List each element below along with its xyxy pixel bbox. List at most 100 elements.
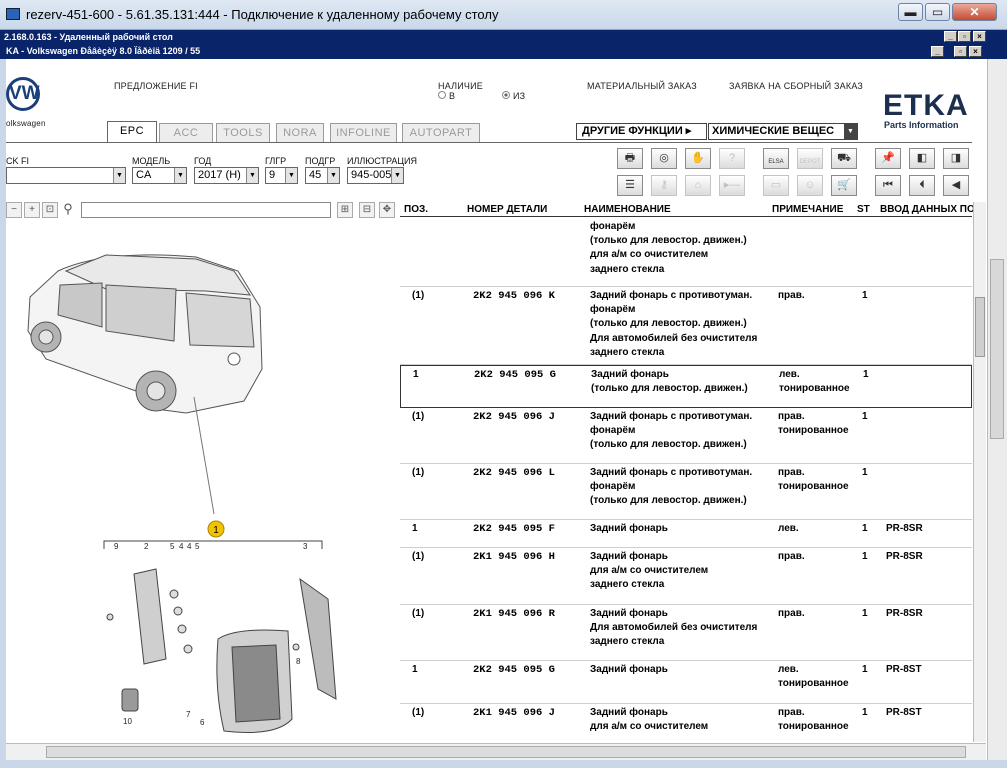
chevron-down-icon[interactable]: ▼ [327, 168, 339, 183]
search-icon[interactable]: ⚲ [60, 202, 76, 218]
rd-close-button[interactable]: × [973, 31, 986, 42]
key-icon[interactable]: ⚷ [651, 175, 677, 196]
chevron-down-icon[interactable]: ▼ [285, 168, 297, 183]
depot-icon[interactable]: DEPOT [797, 148, 823, 169]
illustration-select[interactable]: 945-005 ▼ [347, 167, 404, 184]
cell-data: PR-8SR [886, 608, 923, 619]
tab-acc[interactable]: ACC [159, 123, 213, 142]
col-note[interactable]: ПРИМЕЧАНИЕ [772, 204, 843, 215]
proposal-label[interactable]: ПРЕДЛОЖЕНИЕ FI [114, 81, 198, 91]
first-icon[interactable]: ⏮ [875, 175, 901, 196]
cart-icon[interactable]: ⛟ [831, 148, 857, 169]
cell-st: 1 [862, 551, 868, 562]
chevron-down-icon[interactable]: ▼ [174, 168, 186, 183]
etka-restore-button[interactable]: ▫ [954, 46, 967, 57]
mark-select[interactable]: ▼ [6, 167, 126, 184]
table-row[interactable]: фонарём (только для левостор. движен.) д… [400, 217, 972, 287]
chevron-down-icon[interactable]: ▼ [844, 124, 857, 139]
cell-part-number: 2K2 945 095 F [473, 523, 555, 535]
tab-nora[interactable]: NORA [276, 123, 324, 142]
radio-in-circle[interactable] [438, 91, 446, 99]
horizontal-scrollbar[interactable] [6, 743, 986, 760]
car-icon[interactable]: ⌂ [685, 175, 711, 196]
col-data[interactable]: ВВОД ДАННЫХ ПО [880, 204, 975, 215]
elsa-label: ELSA [768, 159, 784, 165]
etka-close-button[interactable]: × [969, 46, 982, 57]
prev-page-icon[interactable]: ◧ [909, 148, 935, 169]
chevron-down-icon[interactable]: ▼ [391, 168, 403, 183]
table-row[interactable]: (1) 2K1 945 096 H Задний фонарь для а/м со… [400, 548, 972, 605]
illustration-search-input[interactable] [81, 202, 331, 218]
maximize-button[interactable]: ▭ [925, 3, 950, 21]
year-select[interactable]: 2017 (H) ▼ [194, 167, 259, 184]
table-row[interactable]: 1 2K2 945 095 F Задний фонарь лев. 1 PR-8SR [400, 520, 972, 548]
close-button[interactable]: ✕ [952, 3, 997, 21]
etka-minimize-button[interactable]: _ [931, 46, 944, 57]
chemicals-dropdown[interactable]: ХИМИЧЕСКИЕ ВЕЩЕС ▼ [708, 123, 858, 140]
table-row[interactable]: 1 2K2 945 095 G Задний фонарь (только для … [400, 365, 972, 408]
printer-icon[interactable]: 🖶 [617, 148, 643, 169]
callout-line [193, 396, 215, 515]
monitor-icon[interactable]: ▭ [763, 175, 789, 196]
hands-icon[interactable]: ✋ [685, 148, 711, 169]
main-group-select[interactable]: 9 ▼ [265, 167, 298, 184]
chevron-down-icon[interactable]: ▼ [246, 168, 258, 183]
tab-tools[interactable]: TOOLS [216, 123, 270, 142]
cell-part-number: 2K2 945 095 G [473, 664, 555, 676]
elsa-icon[interactable]: ELSA [763, 148, 789, 169]
chevron-down-icon[interactable]: ▼ [113, 168, 125, 183]
radio-in[interactable]: В [438, 91, 455, 101]
col-name[interactable]: НАИМЕНОВАНИЕ [584, 204, 671, 215]
outer-scroll-thumb[interactable] [990, 259, 1004, 439]
zoom-fit-icon[interactable]: ⊡ [42, 202, 58, 218]
table-row[interactable]: 1 2K2 945 095 G Задний фонарь лев. тонирова… [400, 661, 972, 704]
next-page-icon[interactable]: ◨ [943, 148, 969, 169]
prev-icon[interactable]: ⏴ [909, 175, 935, 196]
basket-icon[interactable]: 🛒 [831, 175, 857, 196]
rd-restore-button[interactable]: ▫ [958, 31, 971, 42]
parts-illustration[interactable]: 1 9 2 5 4 4 5 3 8 7 6 10 [6, 219, 396, 739]
material-order-label[interactable]: МАТЕРИАЛЬНЫЙ ЗАКАЗ [587, 81, 697, 91]
radio-out[interactable]: ИЗ [502, 91, 525, 101]
table-row[interactable]: (1) 2K2 945 096 L Задний фонарь с противот… [400, 464, 972, 520]
cell-part-number: 2K1 945 096 J [473, 707, 555, 719]
minus-icon[interactable]: ▸— [719, 175, 745, 196]
col-st[interactable]: ST [857, 204, 870, 215]
tab-infoline[interactable]: INFOLINE [330, 123, 397, 142]
main-group-label: ГЛГР [265, 156, 287, 166]
radio-out-circle[interactable] [502, 91, 510, 99]
zoom-in-icon[interactable]: + [24, 202, 40, 218]
pin-icon[interactable]: 📌 [875, 148, 901, 169]
table-row[interactable]: (1) 2K1 945 096 R Задний фонарь Для автомо… [400, 605, 972, 661]
model-select[interactable]: CA ▼ [132, 167, 187, 184]
cell-part-number: 2K1 945 096 H [473, 551, 555, 563]
scroll-thumb[interactable] [975, 297, 985, 357]
table-row[interactable]: (1) 2K2 945 096 K Задний фонарь с противот… [400, 287, 972, 365]
horizontal-scroll-thumb[interactable] [46, 746, 966, 758]
table-row[interactable]: (1) 2K1 945 096 J Задний фонарь для а/м со… [400, 704, 972, 741]
disc-icon[interactable]: ◎ [651, 148, 677, 169]
sub-group-select[interactable]: 45 ▼ [305, 167, 340, 184]
list-icon[interactable]: ☰ [617, 175, 643, 196]
cell-name: фонарём (только для левостор. движен.) д… [590, 221, 747, 275]
other-functions-button[interactable]: ДРУГИЕ ФУНКЦИИ ▸ [576, 123, 707, 140]
back-icon[interactable]: ◀ [943, 175, 969, 196]
tab-epc[interactable]: EPC [107, 121, 157, 142]
move-icon[interactable]: ✥ [379, 202, 395, 218]
cell-name: Задний фонарь с противотуман. фонарём (т… [590, 411, 753, 451]
help-icon[interactable]: ? [719, 148, 745, 169]
zoom-out-icon[interactable]: − [6, 202, 22, 218]
rd-minimize-button[interactable]: _ [944, 31, 957, 42]
col-pos[interactable]: ПОЗ. [404, 204, 428, 215]
table-row[interactable]: (1) 2K2 945 096 J Задний фонарь с противот… [400, 408, 972, 464]
assembly-order-label[interactable]: ЗАЯВКА НА СБОРНЫЙ ЗАКАЗ [729, 81, 863, 91]
outer-vertical-scrollbar[interactable] [987, 59, 1007, 761]
label-5b: 5 [195, 542, 200, 551]
col-part-number[interactable]: НОМЕР ДЕТАЛИ [467, 204, 547, 215]
table-vertical-scrollbar[interactable] [973, 202, 986, 742]
split-icon[interactable]: ⊟ [359, 202, 375, 218]
minimize-button[interactable]: ▬ [898, 3, 923, 21]
person-icon[interactable]: ☺ [797, 175, 823, 196]
tab-autopart[interactable]: AUTOPART [402, 123, 480, 142]
layout-icon[interactable]: ⊞ [337, 202, 353, 218]
